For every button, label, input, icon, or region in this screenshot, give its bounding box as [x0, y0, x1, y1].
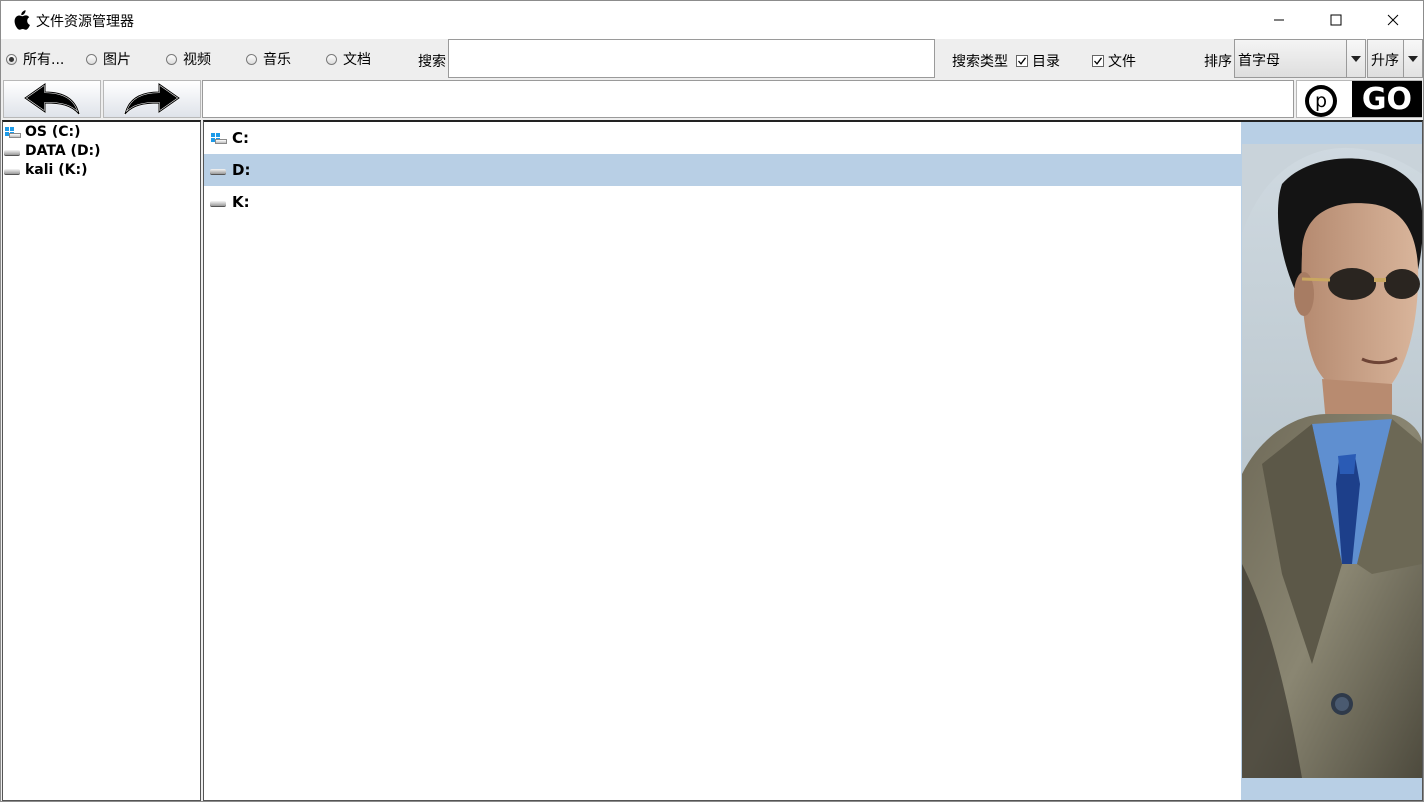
title-bar: 文件资源管理器 [1, 1, 1423, 39]
radio-dot [326, 53, 337, 65]
preview-panel [1241, 120, 1423, 801]
filter-images-radio[interactable]: 图片 [86, 50, 131, 68]
list-item-k[interactable]: K: [204, 186, 1242, 218]
list-item-d[interactable]: D: [204, 154, 1242, 186]
checkbox-box [1092, 55, 1104, 67]
radio-dot [86, 53, 97, 65]
directory-checkbox[interactable]: 目录 [1016, 51, 1060, 71]
drive-icon [210, 195, 227, 209]
chevron-down-icon[interactable] [1403, 40, 1422, 77]
filter-music-radio[interactable]: 音乐 [246, 50, 291, 68]
apple-icon [12, 10, 30, 30]
windows-drive-icon [4, 125, 21, 139]
filter-all-radio[interactable]: 所有... [6, 50, 64, 68]
search-label: 搜索 [418, 54, 446, 70]
preview-image [1242, 144, 1422, 778]
search-type-label: 搜索类型 [952, 54, 1008, 70]
tree-item-label: kali (K:) [25, 161, 88, 178]
order-value: 升序 [1371, 53, 1399, 69]
folder-tree: OS (C:) DATA (D:) kali (K:) [2, 120, 201, 801]
drive-icon [4, 144, 21, 158]
minimize-icon [1273, 19, 1284, 21]
drive-icon [210, 163, 227, 177]
forward-button[interactable] [103, 80, 201, 118]
maximize-icon [1330, 14, 1341, 26]
tree-item-c[interactable]: OS (C:) [4, 122, 81, 141]
filter-toolbar: 所有... 图片 视频 音乐 文档 搜索 搜索类型 目录 文件 排序 首字母 升… [1, 39, 1423, 79]
list-item-label: K: [232, 193, 250, 211]
path-input[interactable] [202, 80, 1294, 118]
filter-label: 图片 [103, 52, 131, 68]
sort-value: 首字母 [1238, 53, 1280, 69]
close-button[interactable] [1363, 1, 1422, 39]
go-label: GO [1352, 81, 1422, 117]
filter-label: 所有... [23, 52, 65, 68]
file-checkbox[interactable]: 文件 [1092, 51, 1136, 71]
chevron-down-icon[interactable] [1346, 40, 1365, 77]
tree-item-label: DATA (D:) [25, 142, 101, 159]
sort-select[interactable]: 首字母 [1234, 39, 1366, 78]
check-icon [1018, 57, 1027, 65]
window-title: 文件资源管理器 [36, 14, 134, 30]
list-item-label: C: [232, 129, 250, 147]
p-logo-letter: p [1309, 89, 1333, 113]
minimize-button[interactable] [1249, 1, 1308, 39]
filter-label: 文档 [343, 52, 371, 68]
filter-label: 视频 [183, 52, 211, 68]
tree-item-label: OS (C:) [25, 123, 81, 140]
close-icon [1387, 14, 1398, 26]
maximize-button[interactable] [1306, 1, 1365, 39]
order-select[interactable]: 升序 [1367, 39, 1423, 78]
windows-drive-icon [210, 131, 227, 145]
search-input[interactable] [448, 39, 935, 78]
sort-label: 排序 [1204, 54, 1232, 70]
list-item-label: D: [232, 161, 251, 179]
p-logo-icon: p [1305, 85, 1337, 117]
filter-video-radio[interactable]: 视频 [166, 50, 211, 68]
app-window: 文件资源管理器 所有... 图片 视频 音乐 文档 搜索 搜索类型 目录 文件 … [0, 0, 1424, 802]
tree-item-k[interactable]: kali (K:) [4, 160, 87, 179]
check-icon [1094, 57, 1103, 65]
arrow-forward-icon [124, 83, 180, 115]
list-item-c[interactable]: C: [204, 122, 1242, 154]
navigation-bar: p GO [1, 79, 1423, 119]
filter-label: 音乐 [263, 52, 291, 68]
arrow-back-icon [24, 83, 80, 115]
back-button[interactable] [3, 80, 101, 118]
tree-item-d[interactable]: DATA (D:) [4, 141, 101, 160]
go-button[interactable]: p GO [1296, 80, 1422, 118]
filter-documents-radio[interactable]: 文档 [326, 50, 371, 68]
checkbox-box [1016, 55, 1028, 67]
drive-icon [4, 163, 21, 177]
radio-dot [166, 53, 177, 65]
file-list: C: D: K: [203, 120, 1242, 801]
checkbox-label: 文件 [1108, 54, 1136, 70]
checkbox-label: 目录 [1032, 54, 1060, 70]
radio-dot [246, 53, 257, 65]
radio-dot [6, 53, 17, 65]
